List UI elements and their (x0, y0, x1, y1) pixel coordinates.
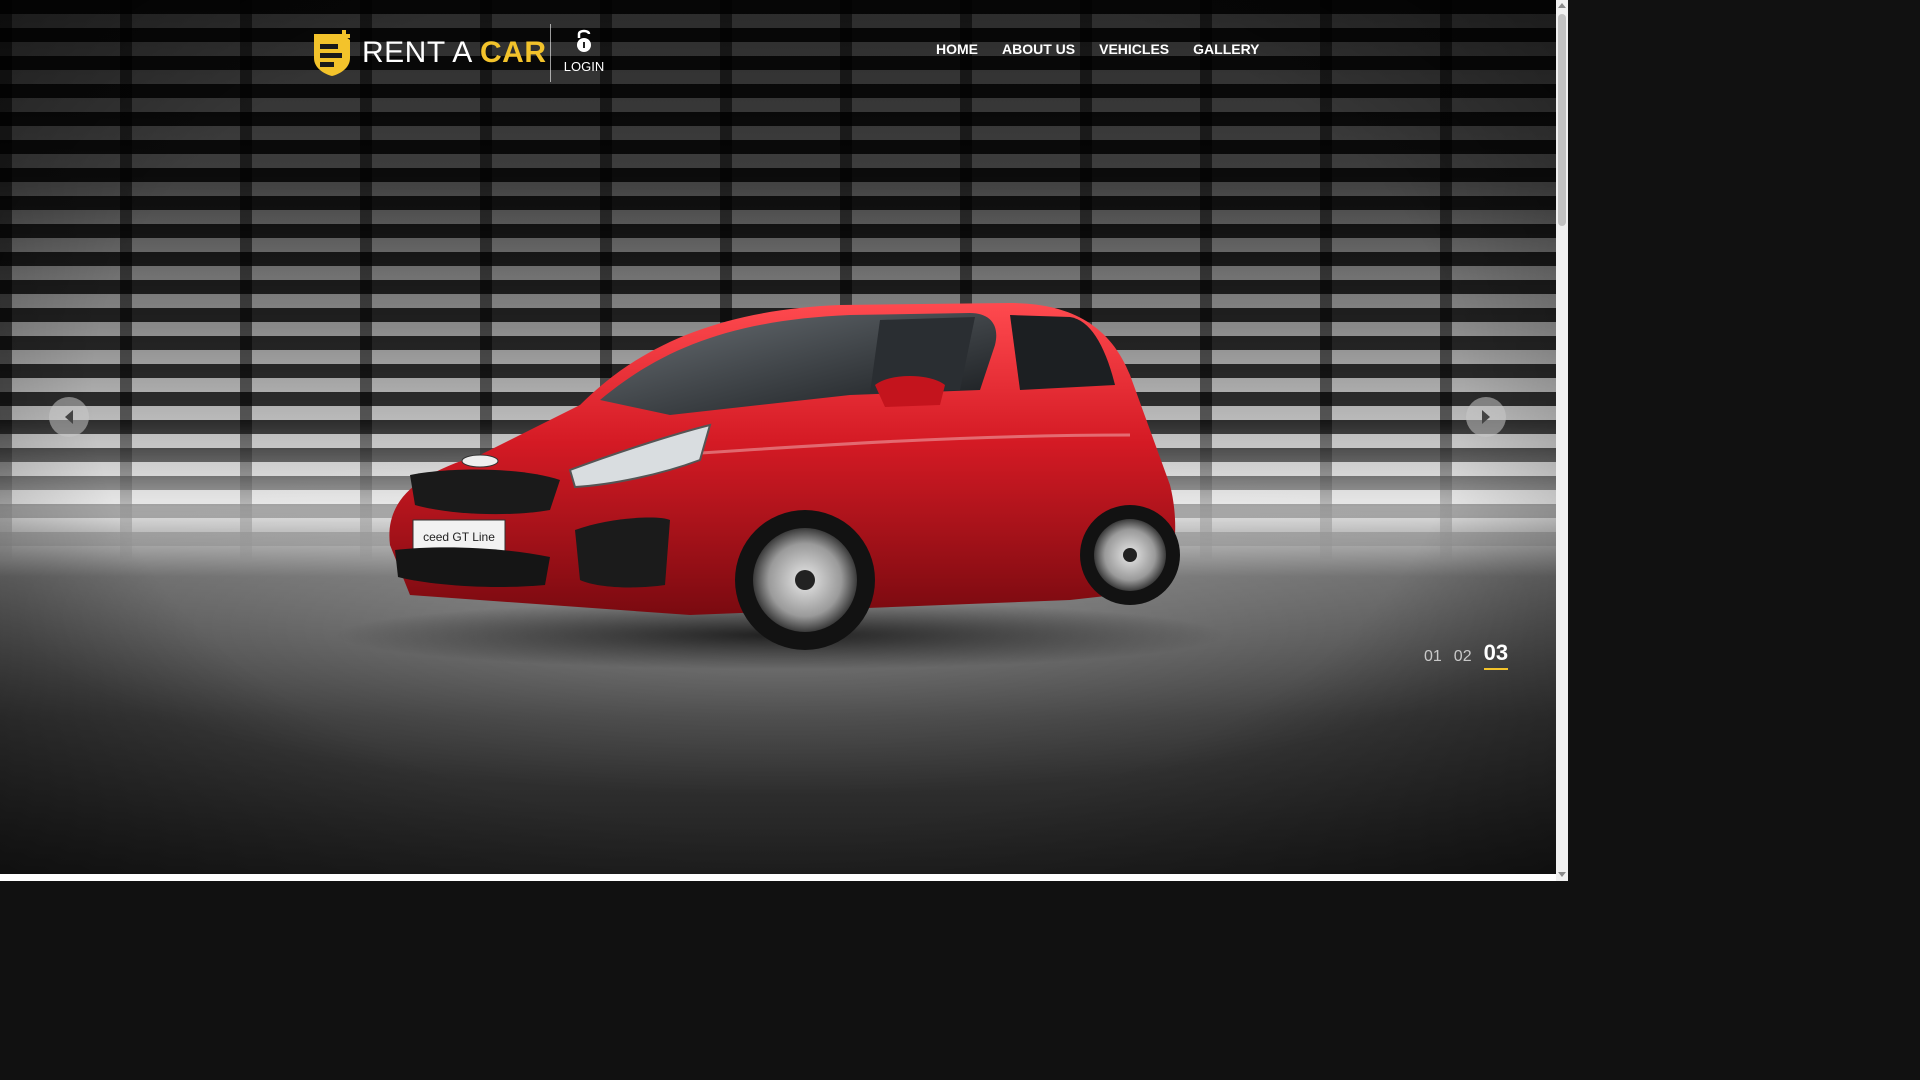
brand-name: RENT A CAR (362, 36, 547, 70)
vertical-scrollbar[interactable] (1556, 0, 1568, 881)
hero-slider: ceed GT Line RENT A CAR LOGIN HOME ABOUT… (0, 0, 1556, 874)
brand-name-main: RENT A (362, 36, 472, 69)
car-image: ceed GT Line (389, 303, 1180, 650)
svg-text:ceed GT Line: ceed GT Line (423, 530, 495, 544)
page-bottom-edge (0, 874, 1556, 881)
nav-item-vehicles[interactable]: VEHICLES (1099, 41, 1169, 57)
nav-item-gallery[interactable]: GALLERY (1193, 41, 1259, 57)
chevron-left-icon (65, 410, 73, 424)
unlock-icon (577, 29, 591, 52)
nav-item-about-us[interactable]: ABOUT US (1002, 41, 1075, 57)
login-label: LOGIN (563, 59, 605, 74)
shield-car-icon (314, 30, 350, 76)
scrollbar-thumb[interactable] (1558, 14, 1566, 226)
pager-item-active[interactable]: 03 (1483, 640, 1509, 670)
pager-item[interactable]: 02 (1454, 648, 1472, 670)
nav-item-home[interactable]: HOME (936, 41, 978, 57)
header-divider (550, 24, 551, 82)
slider-prev-button[interactable] (49, 397, 89, 437)
slider-pager: 01 02 03 (1424, 640, 1509, 670)
slider-next-button[interactable] (1466, 397, 1506, 437)
brand-name-accent: CAR (480, 36, 547, 69)
chevron-right-icon (1482, 410, 1490, 424)
login-link[interactable]: LOGIN (562, 28, 606, 76)
scroll-up-arrow-icon[interactable] (1558, 3, 1566, 8)
pager-item[interactable]: 01 (1424, 648, 1442, 670)
scroll-down-arrow-icon[interactable] (1558, 872, 1566, 877)
main-nav: HOME ABOUT US VEHICLES GALLERY (936, 41, 1260, 57)
brand-logo[interactable]: RENT A CAR (312, 30, 547, 76)
